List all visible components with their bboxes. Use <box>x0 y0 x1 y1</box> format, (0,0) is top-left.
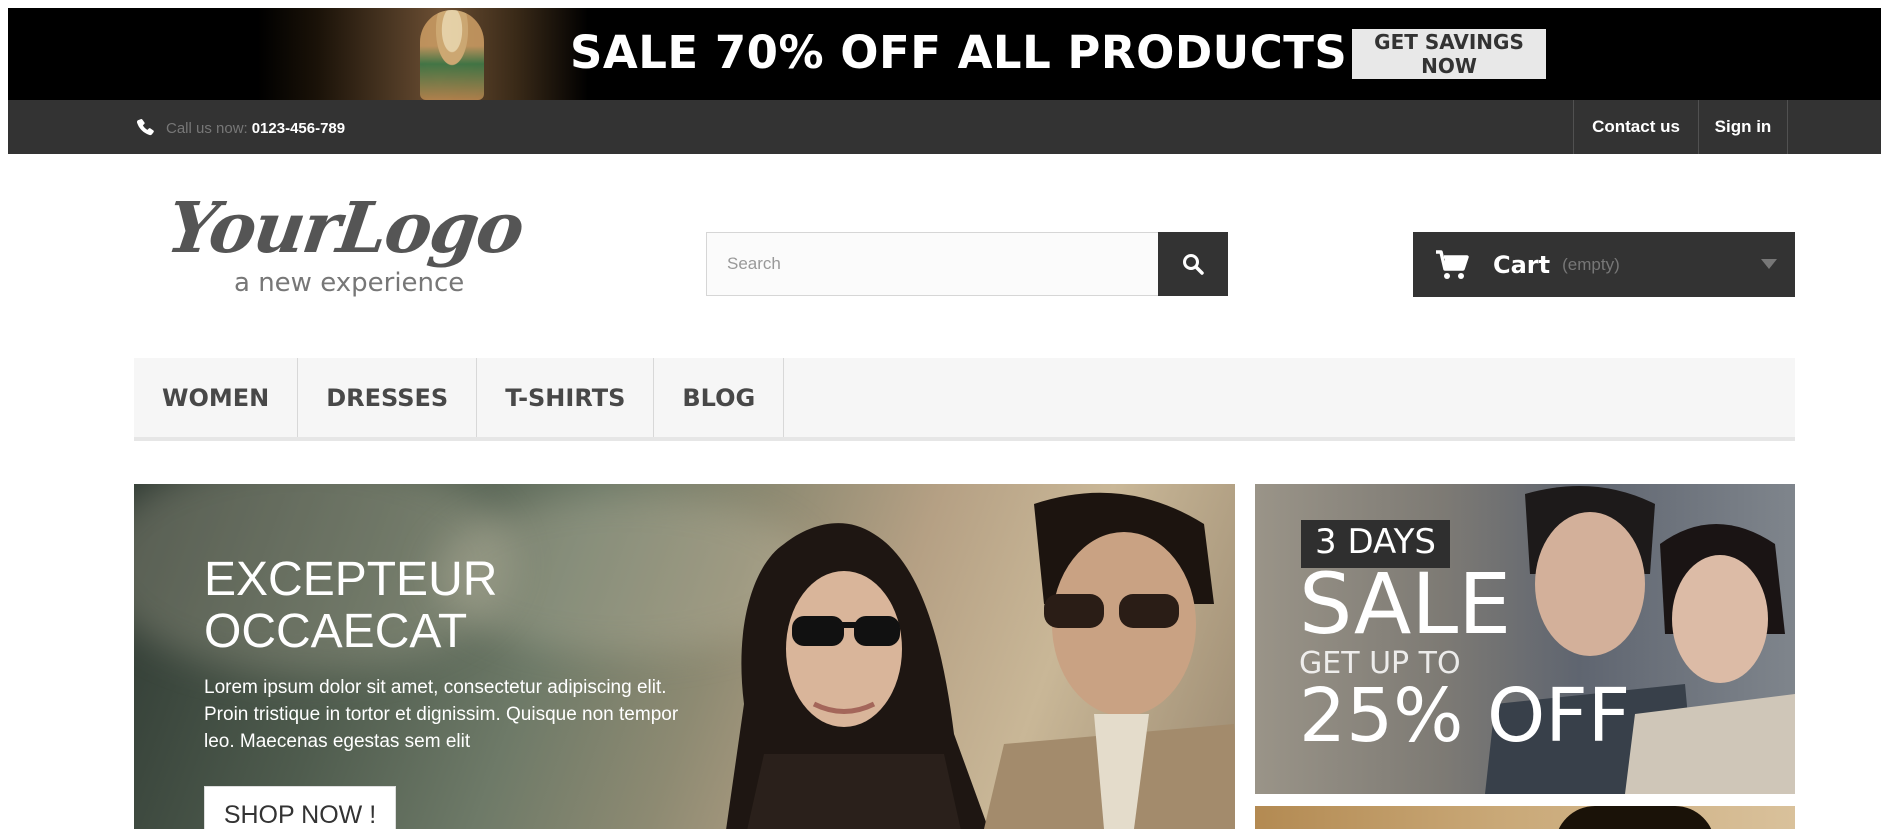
cart-label: Cart <box>1493 250 1551 279</box>
cart-button[interactable]: Cart (empty) <box>1413 232 1795 297</box>
call-us: Call us now: 0123-456-789 <box>134 116 345 140</box>
sale-heading: SALE <box>1299 555 1512 653</box>
contact-us-link[interactable]: Contact us <box>1573 100 1698 154</box>
sign-in-link[interactable]: Sign in <box>1698 100 1788 154</box>
slide-description: Lorem ipsum dolor sit amet, consectetur … <box>204 677 679 752</box>
site-logo[interactable]: YourLogo a new experience <box>162 186 578 306</box>
shop-now-button[interactable]: SHOP NOW ! <box>204 786 396 829</box>
nav-item-tshirts[interactable]: T-SHIRTS <box>477 358 655 437</box>
get-savings-button[interactable]: GET SAVINGS NOW <box>1352 29 1546 79</box>
sale-banner[interactable]: 3 DAYS SALE GET UP TO 25% OFF <box>1255 484 1795 794</box>
cart-status: (empty) <box>1562 254 1620 274</box>
slide-title-line1: EXCEPTEUR <box>204 553 498 606</box>
main-nav: WOMEN DRESSES T-SHIRTS BLOG <box>134 358 1795 441</box>
nav-item-blog[interactable]: BLOG <box>654 358 785 437</box>
promo-headline: SALE 70% OFF ALL PRODUCTS <box>570 26 1348 79</box>
discount-percent: 25% OFF <box>1299 673 1631 759</box>
model-man-image <box>984 492 1235 829</box>
call-label: Call us now: <box>166 119 248 137</box>
nav-item-women[interactable]: WOMEN <box>134 358 299 437</box>
phone-number: 0123-456-789 <box>251 119 346 137</box>
slide-title: EXCEPTEUR OCCAECAT <box>204 554 624 658</box>
logo-tagline: a new experience <box>234 268 465 298</box>
search-input[interactable] <box>706 232 1159 296</box>
secondary-banner[interactable] <box>1255 806 1795 829</box>
slide-title-line2: OCCAECAT <box>204 605 468 658</box>
top-bar: Call us now: 0123-456-789 Contact us Sig… <box>8 100 1881 154</box>
chevron-down-icon[interactable] <box>1761 259 1777 269</box>
search-button[interactable] <box>1158 232 1228 296</box>
phone-icon <box>136 118 154 136</box>
promo-banner[interactable]: SALE 70% OFF ALL PRODUCTS GET SAVINGS NO… <box>8 8 1881 100</box>
logo-wordmark: YourLogo <box>162 186 528 269</box>
search-icon <box>1183 254 1204 275</box>
search-box <box>706 232 1228 296</box>
cart-icon <box>1436 249 1469 279</box>
page-frame: SALE 70% OFF ALL PRODUCTS GET SAVINGS NO… <box>8 8 1881 829</box>
nav-item-dresses[interactable]: DRESSES <box>298 358 478 437</box>
promo-model-image <box>420 10 484 100</box>
model-image <box>1555 806 1715 829</box>
hero-slider[interactable]: EXCEPTEUR OCCAECAT Lorem ipsum dolor sit… <box>134 484 1235 829</box>
